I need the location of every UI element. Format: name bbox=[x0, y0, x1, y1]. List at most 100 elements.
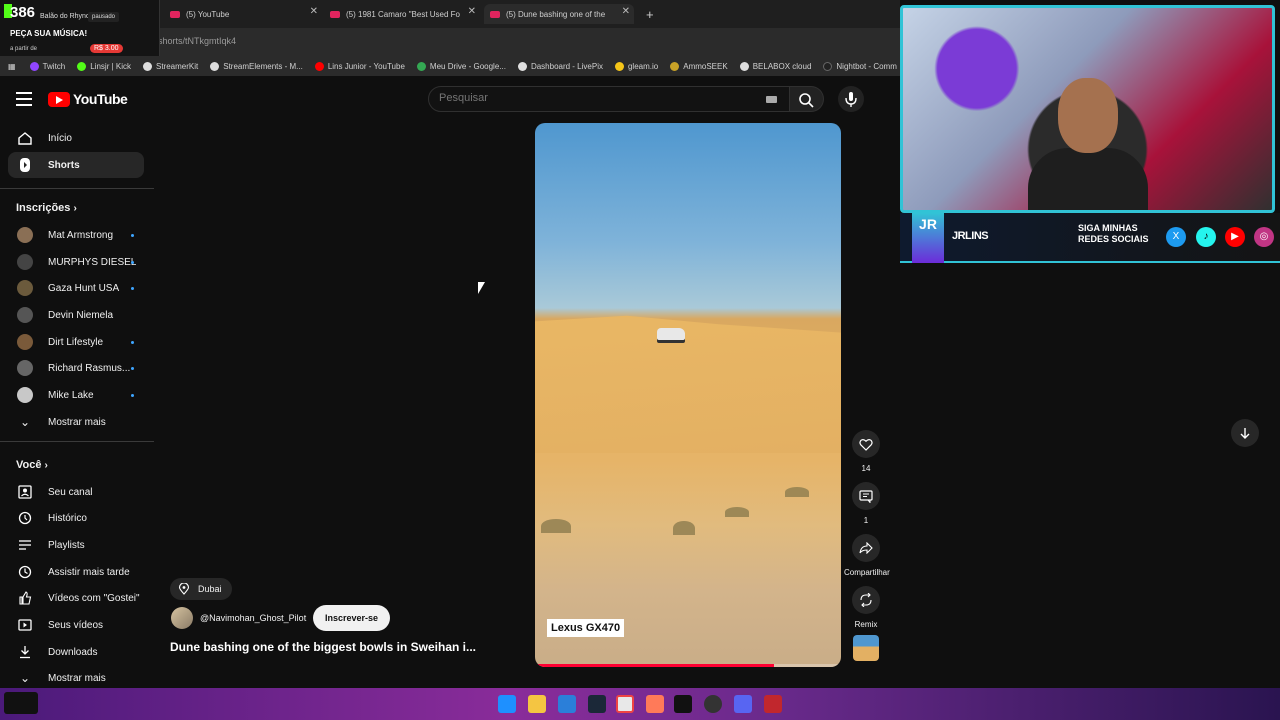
webcam-overlay bbox=[900, 5, 1275, 213]
sidebar-item-playlists[interactable]: Playlists bbox=[8, 532, 144, 558]
sidebar-item-subscription[interactable]: Devin Niemela bbox=[8, 302, 144, 328]
watch-later-icon bbox=[16, 564, 34, 580]
subscribe-button[interactable]: Inscrever-se bbox=[313, 605, 391, 631]
avatar bbox=[17, 307, 33, 323]
start-menu-icon[interactable] bbox=[498, 695, 516, 713]
discord-icon[interactable] bbox=[734, 695, 752, 713]
remix-button[interactable]: Remix bbox=[852, 586, 880, 629]
like-count: 14 bbox=[861, 464, 871, 473]
voice-search-button[interactable] bbox=[838, 86, 864, 112]
download-icon bbox=[16, 644, 34, 660]
your-videos-icon bbox=[16, 617, 34, 633]
home-icon bbox=[16, 130, 34, 146]
sidebar-item-subscription[interactable]: Mike Lake bbox=[8, 382, 144, 408]
comments-button[interactable]: 1 bbox=[852, 482, 880, 525]
new-content-dot bbox=[131, 233, 134, 237]
bookmark-streamerkit[interactable]: StreamerKit bbox=[143, 61, 198, 71]
comment-icon bbox=[852, 482, 880, 510]
bookmark-belabox[interactable]: BELABOX cloud bbox=[739, 61, 811, 71]
avatar bbox=[17, 254, 33, 270]
sidebar-item-watch-later[interactable]: Assistir mais tarde bbox=[8, 559, 144, 585]
edge-icon[interactable] bbox=[558, 695, 576, 713]
sidebar-item-your-channel[interactable]: Seu canal bbox=[8, 479, 144, 505]
widget-title: PEÇA SUA MÚSICA! bbox=[10, 29, 88, 38]
search-button[interactable] bbox=[790, 86, 824, 112]
search-icon bbox=[799, 93, 814, 108]
new-content-dot bbox=[131, 366, 134, 370]
channel-avatar[interactable] bbox=[171, 607, 193, 629]
terminal-icon[interactable] bbox=[674, 695, 692, 713]
steam-icon[interactable] bbox=[588, 695, 606, 713]
share-button[interactable]: Compartilhar bbox=[844, 534, 890, 577]
youtube-favicon-icon bbox=[490, 10, 500, 18]
youtube-logo[interactable]: YouTube bbox=[48, 91, 128, 107]
kick-logo-icon bbox=[4, 692, 38, 714]
sidebar-item-subscription[interactable]: Mat Armstrong bbox=[8, 222, 144, 248]
bookmark-ammoseek[interactable]: AmmoSEEK bbox=[670, 61, 728, 71]
channel-name[interactable]: @Navimohan_Ghost_Pilot bbox=[200, 613, 306, 623]
browser-tab[interactable]: (5) 1981 Camaro "Best Used Fo ✕ bbox=[330, 4, 476, 24]
search-input[interactable] bbox=[439, 92, 759, 104]
app-icon[interactable] bbox=[646, 695, 664, 713]
sidebar-item-subscription[interactable]: Dirt Lifestyle bbox=[8, 329, 144, 355]
sidebar-item-history[interactable]: Histórico bbox=[8, 505, 144, 531]
history-icon bbox=[16, 510, 34, 526]
bookmark-kick[interactable]: Linsjr | Kick bbox=[77, 61, 131, 71]
social-overlay-banner: JR JRLINS SIGA MINHAS REDES SOCIAIS X ♪ … bbox=[900, 213, 1280, 263]
close-tab-icon[interactable]: ✕ bbox=[310, 6, 318, 17]
bookmark-livepix[interactable]: Dashboard - LivePix bbox=[517, 61, 603, 71]
sidebar-item-subscription[interactable]: MURPHYS DIESEL bbox=[8, 249, 144, 275]
browser-tab-active[interactable]: (5) Dune bashing one of the ✕ bbox=[484, 4, 634, 24]
new-tab-button[interactable]: + bbox=[646, 4, 654, 24]
song-request-widget: 386 Balão do Rhyno pausado PEÇA SUA MÚSI… bbox=[0, 0, 160, 56]
next-short-thumbnail[interactable] bbox=[853, 635, 879, 661]
sidebar-item-subscription[interactable]: Richard Rasmus... bbox=[8, 355, 144, 381]
sidebar-divider bbox=[0, 188, 154, 189]
bookmark-streamelements[interactable]: StreamElements - M... bbox=[210, 61, 303, 71]
sidebar-show-more[interactable]: ⌄ Mostrar mais bbox=[8, 409, 144, 435]
shorts-video-player[interactable]: Lexus GX470 bbox=[535, 123, 841, 667]
sidebar-item-subscription[interactable]: Gaza Hunt USA bbox=[8, 275, 144, 301]
mouse-cursor bbox=[478, 282, 485, 294]
location-chip[interactable]: Dubai bbox=[170, 578, 232, 600]
twitch-icon bbox=[29, 61, 39, 71]
chevron-right-icon: › bbox=[73, 203, 77, 214]
subscriptions-heading[interactable]: Inscrições › bbox=[16, 202, 77, 214]
next-video-button[interactable] bbox=[1231, 419, 1259, 447]
bookmark-nightbot[interactable]: Nightbot - Comm bbox=[823, 61, 897, 71]
video-frame-bush bbox=[785, 487, 809, 497]
viewer-count: 386 bbox=[10, 4, 36, 21]
bookmark-lins-youtube[interactable]: Lins Junior - YouTube bbox=[314, 61, 405, 71]
close-tab-icon[interactable]: ✕ bbox=[468, 6, 476, 17]
video-progress-bar[interactable] bbox=[535, 664, 841, 667]
sidebar-item-liked-videos[interactable]: Vídeos com "Gostei" bbox=[8, 585, 144, 611]
bookmark-gleam[interactable]: gleam.io bbox=[614, 61, 658, 71]
hamburger-menu-icon[interactable] bbox=[16, 92, 32, 106]
bookmark-google-drive[interactable]: Meu Drive - Google... bbox=[416, 61, 506, 71]
avatar bbox=[17, 334, 33, 350]
gleam-icon bbox=[614, 61, 624, 71]
apps-grid-icon[interactable]: ▦ bbox=[8, 62, 16, 71]
search-box bbox=[428, 86, 790, 112]
sidebar-item-shorts[interactable]: Shorts bbox=[8, 152, 144, 178]
youtube-favicon-icon bbox=[330, 10, 340, 18]
playlists-icon bbox=[16, 537, 34, 553]
keyboard-icon[interactable] bbox=[766, 96, 777, 103]
app-icon[interactable] bbox=[764, 695, 782, 713]
you-heading[interactable]: Você › bbox=[16, 459, 48, 471]
sidebar-item-your-videos[interactable]: Seus vídeos bbox=[8, 612, 144, 638]
file-explorer-icon[interactable] bbox=[528, 695, 546, 713]
bookmark-twitch[interactable]: Twitch bbox=[29, 61, 65, 71]
video-frame-bush bbox=[725, 507, 749, 517]
close-tab-icon[interactable]: ✕ bbox=[622, 6, 630, 17]
remix-icon bbox=[852, 586, 880, 614]
sidebar-item-downloads[interactable]: Downloads bbox=[8, 639, 144, 665]
heart-icon bbox=[852, 430, 880, 458]
video-title[interactable]: Dune bashing one of the biggest bowls in… bbox=[170, 640, 476, 654]
chrome-icon[interactable] bbox=[616, 695, 634, 713]
browser-tab[interactable]: (5) YouTube ✕ bbox=[170, 4, 318, 24]
sidebar-item-home[interactable]: Início bbox=[8, 125, 144, 151]
obs-icon[interactable] bbox=[704, 695, 722, 713]
like-button[interactable]: 14 bbox=[852, 430, 880, 473]
comment-count: 1 bbox=[863, 516, 869, 525]
